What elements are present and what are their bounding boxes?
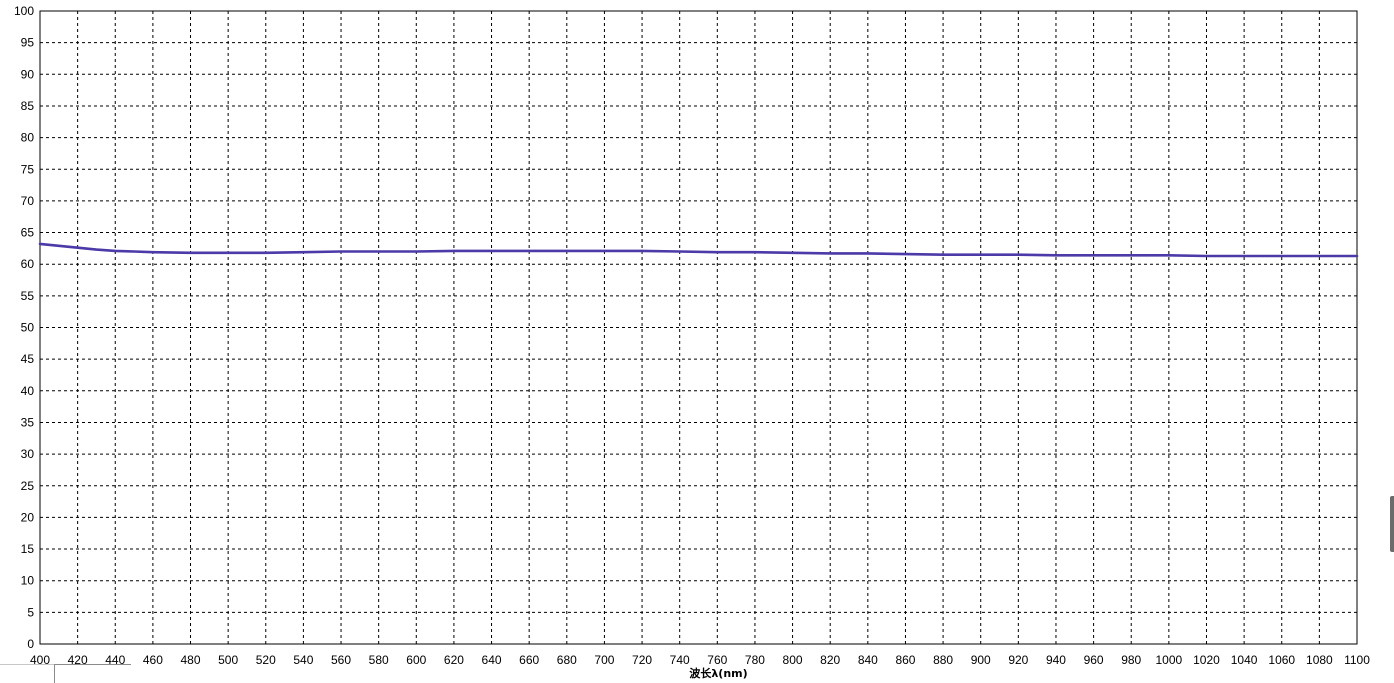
x-tick-label: 940 [1046, 653, 1066, 667]
x-tick-label: 880 [933, 653, 953, 667]
series-layer [38, 242, 1359, 258]
x-tick-label: 680 [557, 653, 577, 667]
y-axis: 0 5 10 15 20 25 30 35 40 45 50 55 60 65 70 75 80 85 90 95 10… [14, 4, 34, 651]
x-tick-label: 520 [256, 653, 276, 667]
x-tick-label: 980 [1121, 653, 1141, 667]
y-tick-label: 40 [21, 384, 35, 398]
x-tick-label: 460 [143, 653, 163, 667]
x-axis: 400 420 440 460 480 500 520 540 560 580 600 620 640 6… [30, 653, 1370, 667]
x-tick-label: 760 [707, 653, 727, 667]
status-bar-panel [54, 664, 131, 683]
x-tick-label: 720 [632, 653, 652, 667]
side-scroll-handle[interactable] [1390, 496, 1394, 552]
y-tick-label: 65 [21, 226, 35, 240]
y-tick-label: 75 [21, 162, 35, 176]
y-tick-label: 60 [21, 257, 35, 271]
y-tick-label: 55 [21, 289, 35, 303]
x-tick-label: 1060 [1268, 653, 1295, 667]
y-tick-label: 30 [21, 447, 35, 461]
x-tick-label: 580 [369, 653, 389, 667]
y-tick-label: 70 [21, 194, 35, 208]
y-tick-label: 50 [21, 321, 35, 335]
y-tick-label: 20 [21, 510, 35, 524]
y-tick-label: 80 [21, 131, 35, 145]
x-axis-label: 波长λ(nm) [689, 666, 747, 680]
x-tick-label: 660 [519, 653, 539, 667]
status-bar-divider [0, 664, 54, 665]
x-tick-label: 1040 [1231, 653, 1258, 667]
y-tick-label: 85 [21, 99, 35, 113]
x-tick-label: 1080 [1306, 653, 1333, 667]
y-tick-label: 10 [21, 574, 35, 588]
y-tick-label: 100 [14, 4, 34, 18]
x-tick-label: 740 [670, 653, 690, 667]
x-tick-label: 800 [783, 653, 803, 667]
x-tick-label: 920 [1008, 653, 1028, 667]
x-tick-label: 600 [406, 653, 426, 667]
x-tick-label: 540 [293, 653, 313, 667]
y-tick-label: 35 [21, 415, 35, 429]
y-tick-label: 95 [21, 36, 35, 50]
y-tick-label: 15 [21, 542, 35, 556]
x-tick-label: 780 [745, 653, 765, 667]
x-tick-label: 820 [820, 653, 840, 667]
x-tick-label: 1000 [1156, 653, 1183, 667]
x-tick-label: 1100 [1344, 653, 1370, 667]
x-tick-label: 480 [180, 653, 200, 667]
x-tick-label: 1020 [1193, 653, 1220, 667]
y-tick-label: 5 [27, 605, 34, 619]
y-tick-label: 90 [21, 67, 35, 81]
series-line [38, 242, 1359, 258]
x-tick-label: 840 [858, 653, 878, 667]
x-tick-label: 900 [971, 653, 991, 667]
x-tick-label: 640 [482, 653, 502, 667]
x-tick-label: 700 [594, 653, 614, 667]
x-tick-label: 960 [1084, 653, 1104, 667]
transmittance-chart: 0 5 10 15 20 25 30 35 40 45 50 55 60 65 70 75 80 85 90 95 10… [14, 4, 1370, 680]
x-tick-label: 560 [331, 653, 351, 667]
x-tick-label: 500 [218, 653, 238, 667]
y-tick-label: 0 [27, 637, 34, 651]
y-tick-label: 45 [21, 352, 35, 366]
plot-frame [39, 10, 1358, 645]
x-tick-label: 620 [444, 653, 464, 667]
y-tick-label: 25 [21, 479, 35, 493]
x-tick-label: 860 [895, 653, 915, 667]
grid [40, 11, 1357, 644]
